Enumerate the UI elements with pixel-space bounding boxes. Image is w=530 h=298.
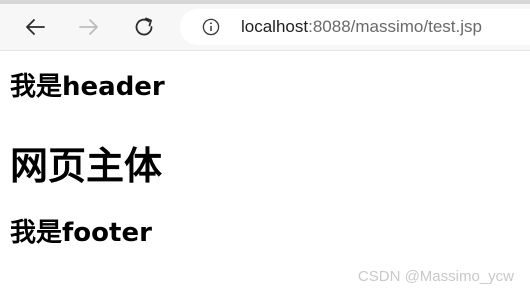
browser-toolbar: localhost:8088/massimo/test.jsp bbox=[0, 4, 530, 51]
url-text[interactable]: localhost:8088/massimo/test.jsp bbox=[241, 9, 482, 45]
url-host: localhost bbox=[241, 17, 309, 36]
back-arrow-icon bbox=[26, 19, 45, 35]
forward-arrow-icon bbox=[79, 19, 98, 35]
page-header-heading: 我是header bbox=[10, 72, 165, 102]
url-path: :8088/massimo/test.jsp bbox=[308, 17, 482, 36]
reload-icon bbox=[135, 17, 153, 36]
reload-button[interactable] bbox=[127, 10, 161, 44]
page-main-heading: 网页主体 bbox=[10, 144, 163, 188]
forward-button[interactable] bbox=[72, 10, 106, 44]
info-icon[interactable] bbox=[202, 18, 220, 36]
page-footer-heading: 我是footer bbox=[10, 218, 152, 248]
watermark: CSDN @Massimo_ycw bbox=[357, 268, 514, 285]
back-button[interactable] bbox=[18, 10, 52, 44]
address-bar[interactable]: localhost:8088/massimo/test.jsp bbox=[180, 9, 530, 45]
